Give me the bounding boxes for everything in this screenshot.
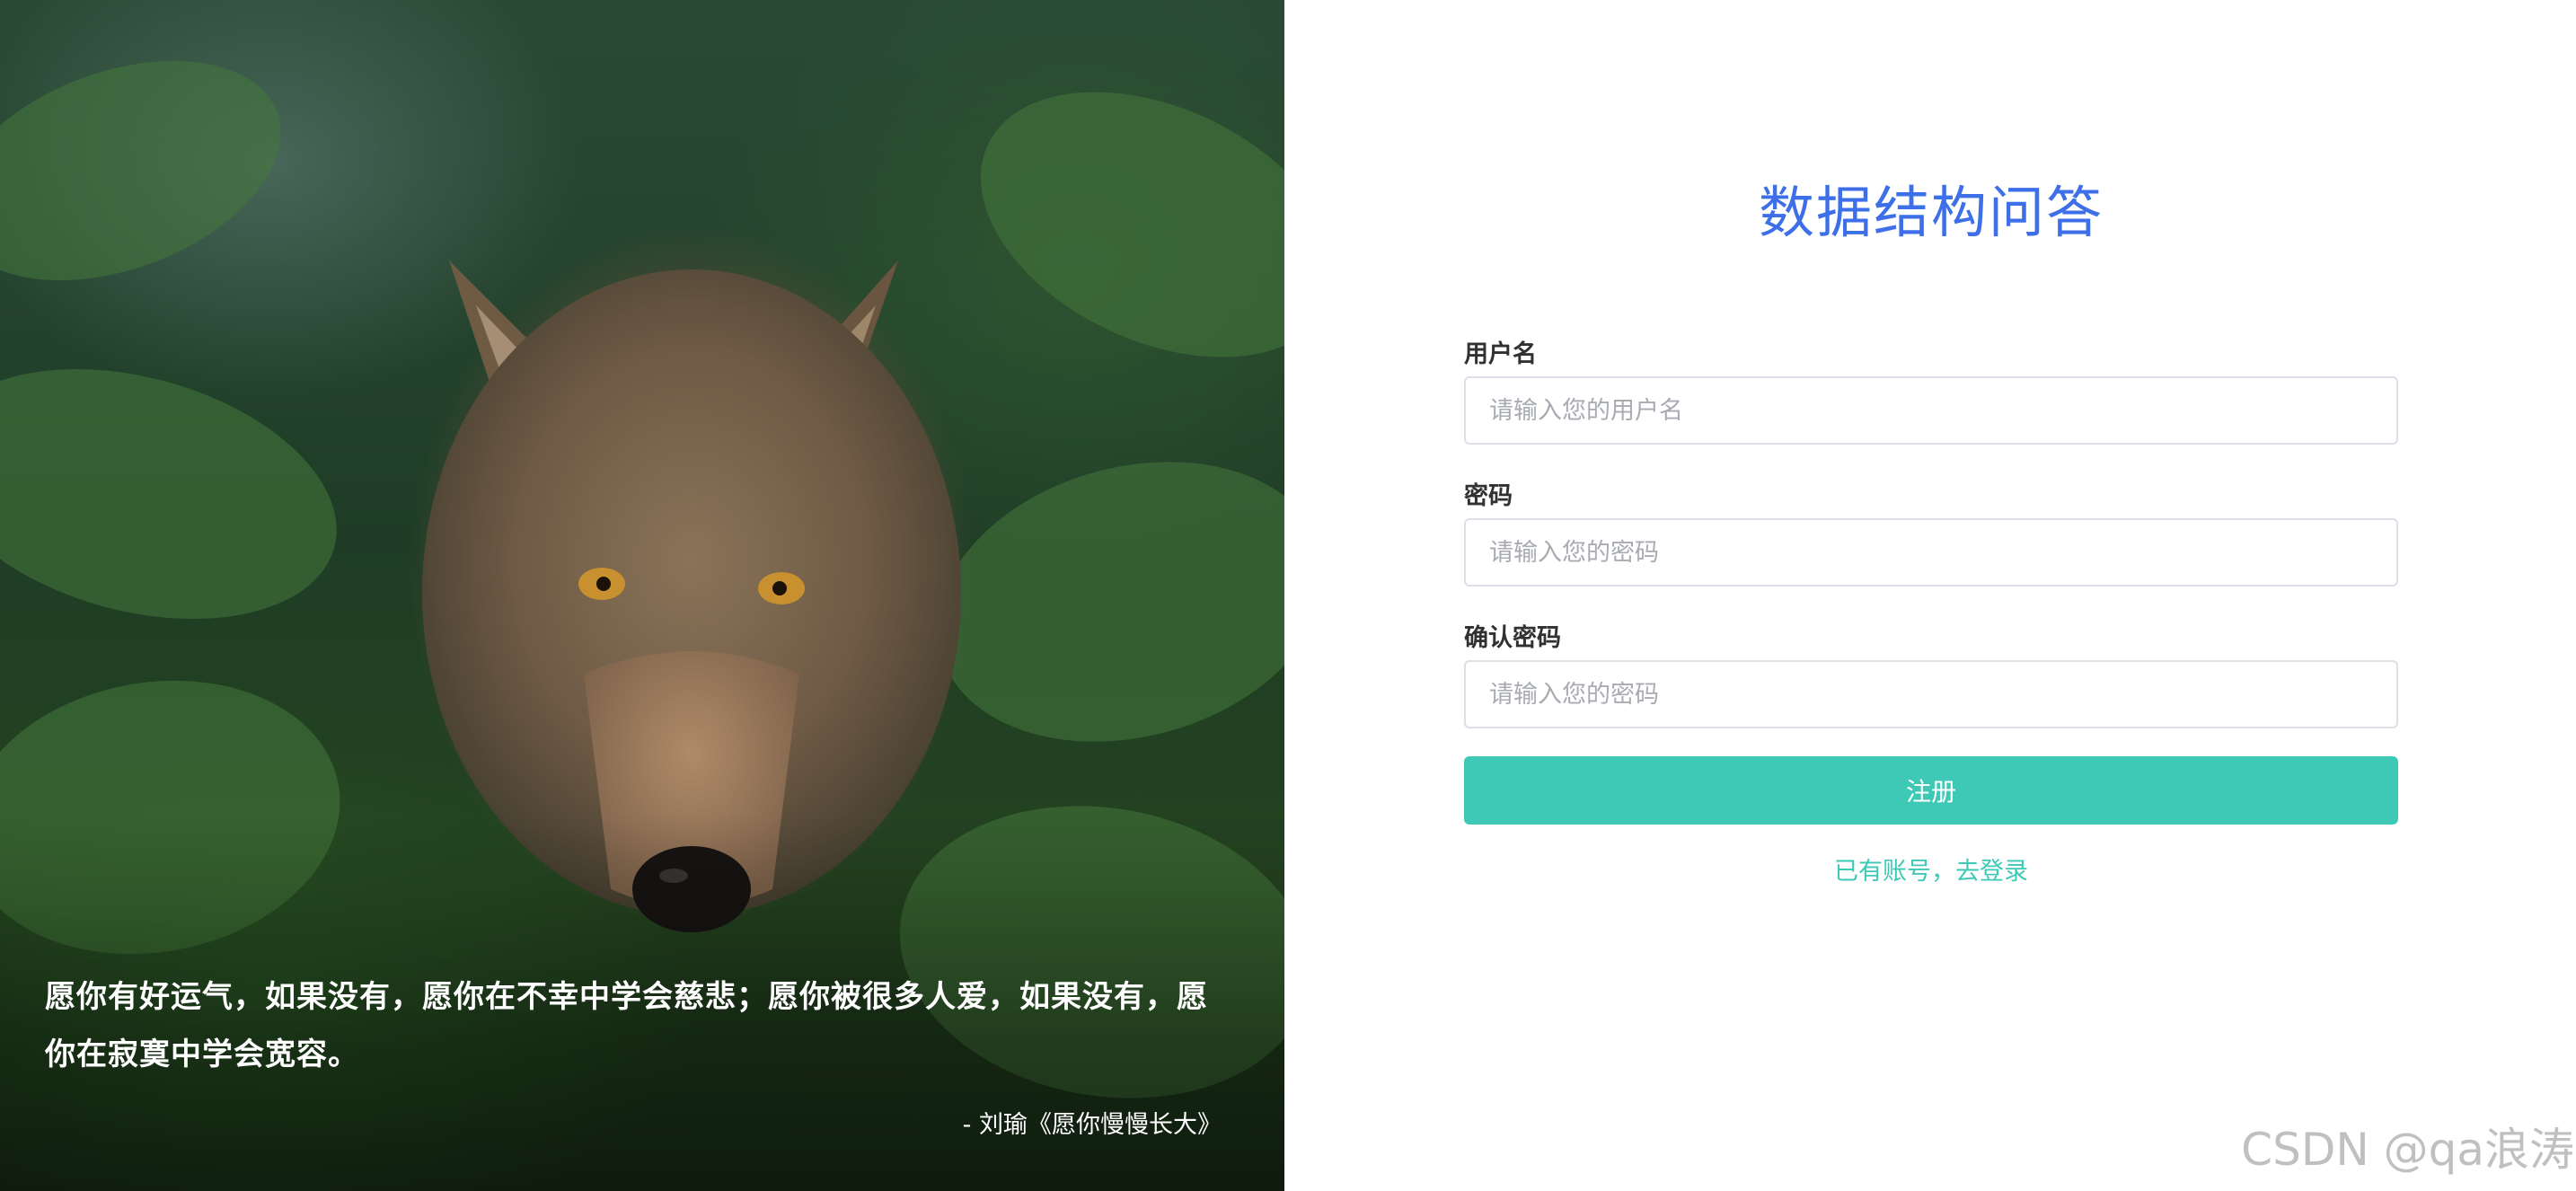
password-label: 密码 [1464, 482, 1513, 510]
password-input[interactable] [1464, 518, 2398, 587]
confirm-password-input[interactable] [1464, 660, 2398, 728]
hero-quote: 愿你有好运气，如果没有，愿你在不幸中学会慈悲；愿你被很多人爱，如果没有，愿你在寂… [45, 979, 1208, 1072]
watermark: CSDN @qa浪涛 [2241, 1124, 2574, 1176]
page-title: 数据结构问答 [1758, 180, 2104, 245]
username-label: 用户名 [1464, 340, 1537, 368]
confirm-password-label: 确认密码 [1464, 624, 1561, 652]
register-page: 愿你有好运气，如果没有，愿你在不幸中学会慈悲；愿你被很多人爱，如果没有，愿你在寂… [0, 0, 2576, 1191]
register-button[interactable]: 注册 [1464, 756, 2398, 825]
go-login-link[interactable]: 已有账号，去登录 [1464, 851, 2398, 887]
hero-quote-author: - 刘瑜《愿你慢慢长大》 [962, 1111, 1222, 1139]
hero-image: 愿你有好运气，如果没有，愿你在不幸中学会慈悲；愿你被很多人爱，如果没有，愿你在寂… [0, 0, 1284, 1191]
username-input[interactable] [1464, 376, 2398, 445]
register-panel: 数据结构问答 用户名 密码 确认密码 注册 已有账号，去登录 CSDN @qa浪… [1284, 0, 2576, 1191]
